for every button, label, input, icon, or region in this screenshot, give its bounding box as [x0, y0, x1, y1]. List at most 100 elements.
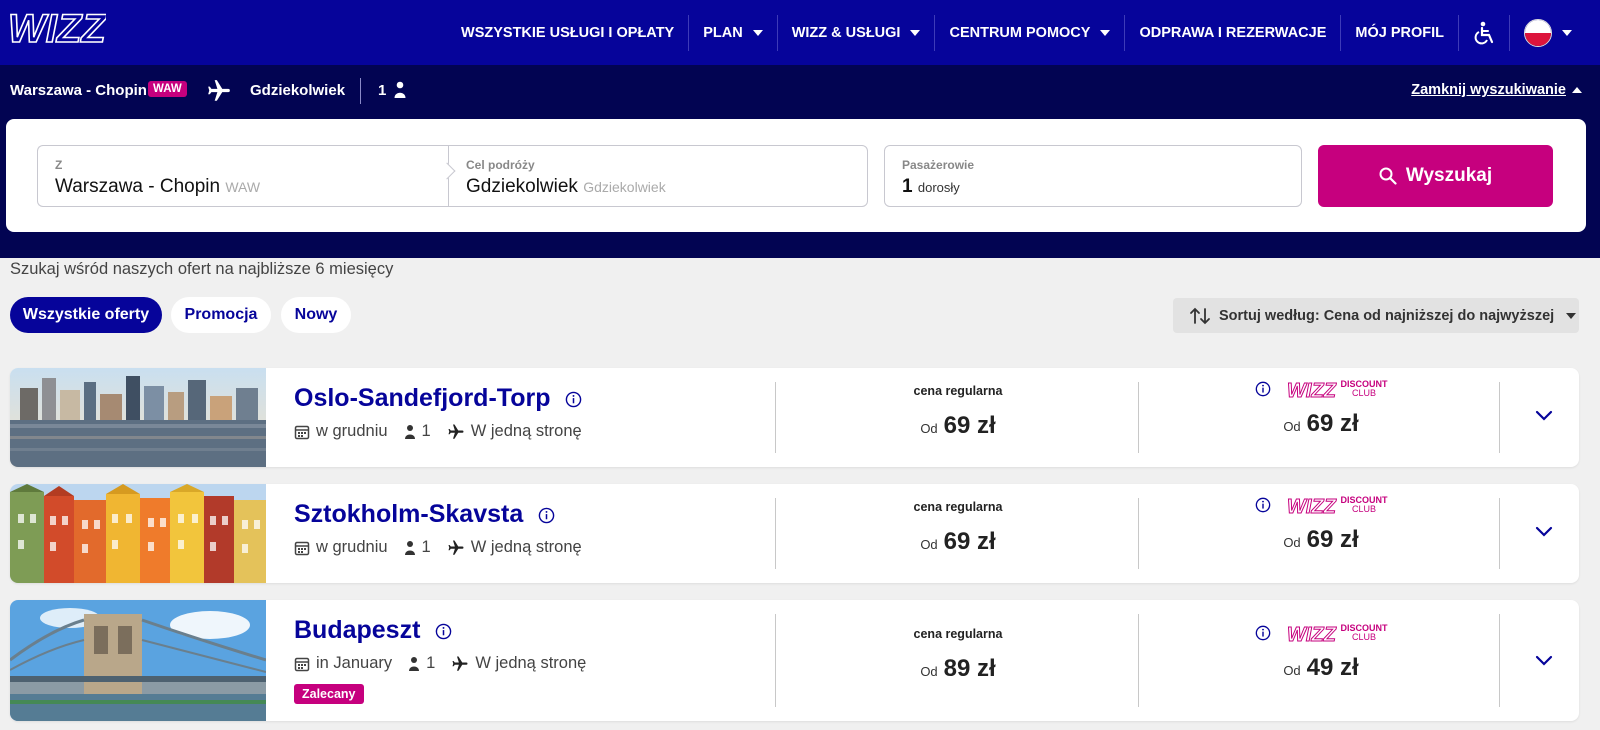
info-icon[interactable]	[1255, 625, 1271, 641]
search-panel: Z Warszawa - Chopin WAW Cel podróży Gdzi…	[6, 119, 1586, 232]
filter-new[interactable]: Nowy	[281, 297, 351, 333]
sort-label: Sortuj według: Cena od najniższej do naj…	[1219, 307, 1555, 324]
price-prefix: Od	[1283, 535, 1301, 550]
top-navigation: WIZZ WSZYSTKIE USŁUGI I OPŁATY PLAN WIZZ…	[0, 0, 1600, 65]
info-icon[interactable]	[1255, 497, 1271, 513]
filter-all-offers[interactable]: Wszystkie oferty	[10, 297, 162, 333]
offer-meta: in January 1 W jedną stronę	[294, 654, 602, 673]
regular-price-value: 89 zł	[943, 655, 996, 682]
regular-price: Od 69 zł	[778, 528, 1138, 556]
wizz-logo[interactable]: WIZZ	[6, 4, 106, 52]
meta-passengers: 1	[404, 538, 431, 557]
chevron-down-icon[interactable]	[1535, 410, 1553, 422]
caret-down-icon	[1562, 29, 1572, 36]
price-prefix: Od	[920, 421, 938, 436]
column-divider	[1138, 382, 1139, 453]
origin-label: Z	[55, 158, 63, 172]
regular-price-label: cena regularna	[913, 384, 1003, 398]
meta-date-text: in January	[316, 654, 393, 672]
regular-price-column: cena regularna Od 69 zł	[778, 500, 1138, 556]
meta-trip-type-text: W jedną stronę	[470, 422, 582, 440]
svg-text:WIZZ: WIZZ	[1287, 624, 1337, 644]
summary-passengers: 1	[378, 82, 387, 99]
wizz-logo-small: WIZZ	[1287, 496, 1337, 517]
offer-card-stockholm[interactable]: Sztokholm-Skavsta w grudniu 1 W jedną st…	[10, 484, 1579, 583]
offer-card-oslo[interactable]: Oslo-Sandefjord-Torp w grudniu 1 W jedną…	[10, 368, 1579, 467]
destination-hint: Gdziekolwiek	[583, 179, 666, 195]
close-search-link[interactable]: Zamknij wyszukiwanie	[1411, 82, 1566, 98]
svg-text:WIZZ: WIZZ	[1287, 380, 1337, 400]
wizz-logo-small: WIZZ	[1287, 380, 1337, 401]
caret-down-icon	[1100, 29, 1111, 36]
discount-club-header: WIZZ DISCOUNT CLUB	[1141, 494, 1501, 516]
meta-trip-type: W jedną stronę	[447, 538, 582, 557]
passengers-field[interactable]: Pasażerowie 1 dorosły	[884, 145, 1302, 207]
nav-plan[interactable]: PLAN	[689, 14, 778, 51]
discount-club-header: WIZZ DISCOUNT CLUB	[1141, 378, 1501, 400]
origin-field[interactable]: Z Warszawa - Chopin WAW	[37, 145, 449, 207]
destination-field[interactable]: Cel podróży Gdziekolwiek Gdziekolwiek	[448, 145, 868, 207]
meta-trip-type: W jedną stronę	[451, 654, 586, 673]
recommended-badge: Zalecany	[294, 684, 364, 704]
language-selector[interactable]	[1510, 15, 1586, 51]
meta-date-text: w grudniu	[316, 538, 388, 556]
regular-price-value: 69 zł	[943, 528, 996, 555]
nav-label: PLAN	[703, 24, 743, 41]
chevron-down-icon[interactable]	[1535, 655, 1553, 667]
meta-passengers-text: 1	[426, 654, 436, 672]
regular-price-column: cena regularna Od 89 zł	[778, 627, 1138, 683]
info-icon[interactable]	[565, 391, 582, 408]
person-icon	[409, 656, 420, 671]
column-divider	[1138, 498, 1139, 569]
nav-label: CENTRUM POMOCY	[949, 24, 1091, 41]
info-icon[interactable]	[538, 507, 555, 524]
offer-destination: Sztokholm-Skavsta	[294, 500, 555, 529]
nav-help-center[interactable]: CENTRUM POMOCY	[935, 14, 1126, 51]
meta-passengers-text: 1	[421, 422, 431, 440]
calendar-icon	[294, 541, 310, 555]
meta-date: w grudniu	[294, 538, 388, 557]
info-icon[interactable]	[435, 623, 452, 640]
club-price: Od 49 zł	[1141, 654, 1501, 682]
nav-checkin-bookings[interactable]: ODPRAWA I REZERWACJE	[1125, 14, 1342, 51]
filter-promotion[interactable]: Promocja	[171, 297, 271, 333]
club-price: Od 69 zł	[1141, 410, 1501, 438]
summary-divider	[360, 78, 361, 104]
offer-destination: Oslo-Sandefjord-Torp	[294, 384, 582, 413]
logo-text: WIZZ	[8, 7, 106, 51]
info-icon[interactable]	[1255, 381, 1271, 397]
person-icon	[394, 81, 406, 98]
club-price-column: WIZZ DISCOUNT CLUB Od 69 zł	[1141, 494, 1501, 554]
offer-card-budapest[interactable]: Budapeszt in January 1 W jedną stronę Za…	[10, 600, 1579, 721]
column-divider	[1499, 382, 1500, 453]
caret-down-icon	[1566, 312, 1577, 319]
chevron-down-icon[interactable]	[1535, 526, 1553, 538]
accessibility-button[interactable]	[1459, 14, 1510, 51]
caret-up-icon	[1572, 87, 1582, 93]
meta-date: in January	[294, 654, 392, 673]
column-divider	[1499, 614, 1500, 707]
plane-icon	[452, 656, 468, 671]
summary-from-code-badge: WAW	[148, 81, 187, 97]
club-label: CLUB	[1351, 388, 1376, 398]
search-button[interactable]: Wyszukaj	[1318, 145, 1553, 207]
nav-label: ODPRAWA I REZERWACJE	[1139, 24, 1327, 41]
wizz-discount-club-logo: WIZZ DISCOUNT CLUB	[1287, 494, 1388, 517]
destination-name: Budapeszt	[294, 616, 421, 644]
sort-dropdown[interactable]: Sortuj według: Cena od najniższej do naj…	[1173, 298, 1579, 333]
origin-value: Warszawa - Chopin	[55, 176, 221, 197]
nav-label: WIZZ & USŁUGI	[791, 24, 901, 41]
meta-passengers-text: 1	[421, 538, 431, 556]
column-divider	[1499, 498, 1500, 569]
destination-image-budapest	[10, 600, 266, 721]
calendar-icon	[294, 425, 310, 439]
nav-my-profile[interactable]: MÓJ PROFIL	[1341, 14, 1459, 51]
meta-trip-type-text: W jedną stronę	[470, 538, 582, 556]
calendar-icon	[294, 657, 310, 671]
nav-all-services[interactable]: WSZYSTKIE USŁUGI I OPŁATY	[447, 14, 690, 51]
meta-passengers: 1	[408, 654, 435, 673]
nav-wizz-services[interactable]: WIZZ & USŁUGI	[778, 14, 936, 51]
summary-from: Warszawa - Chopin	[10, 82, 147, 99]
destination-label: Cel podróży	[466, 158, 535, 172]
person-icon	[404, 540, 415, 555]
